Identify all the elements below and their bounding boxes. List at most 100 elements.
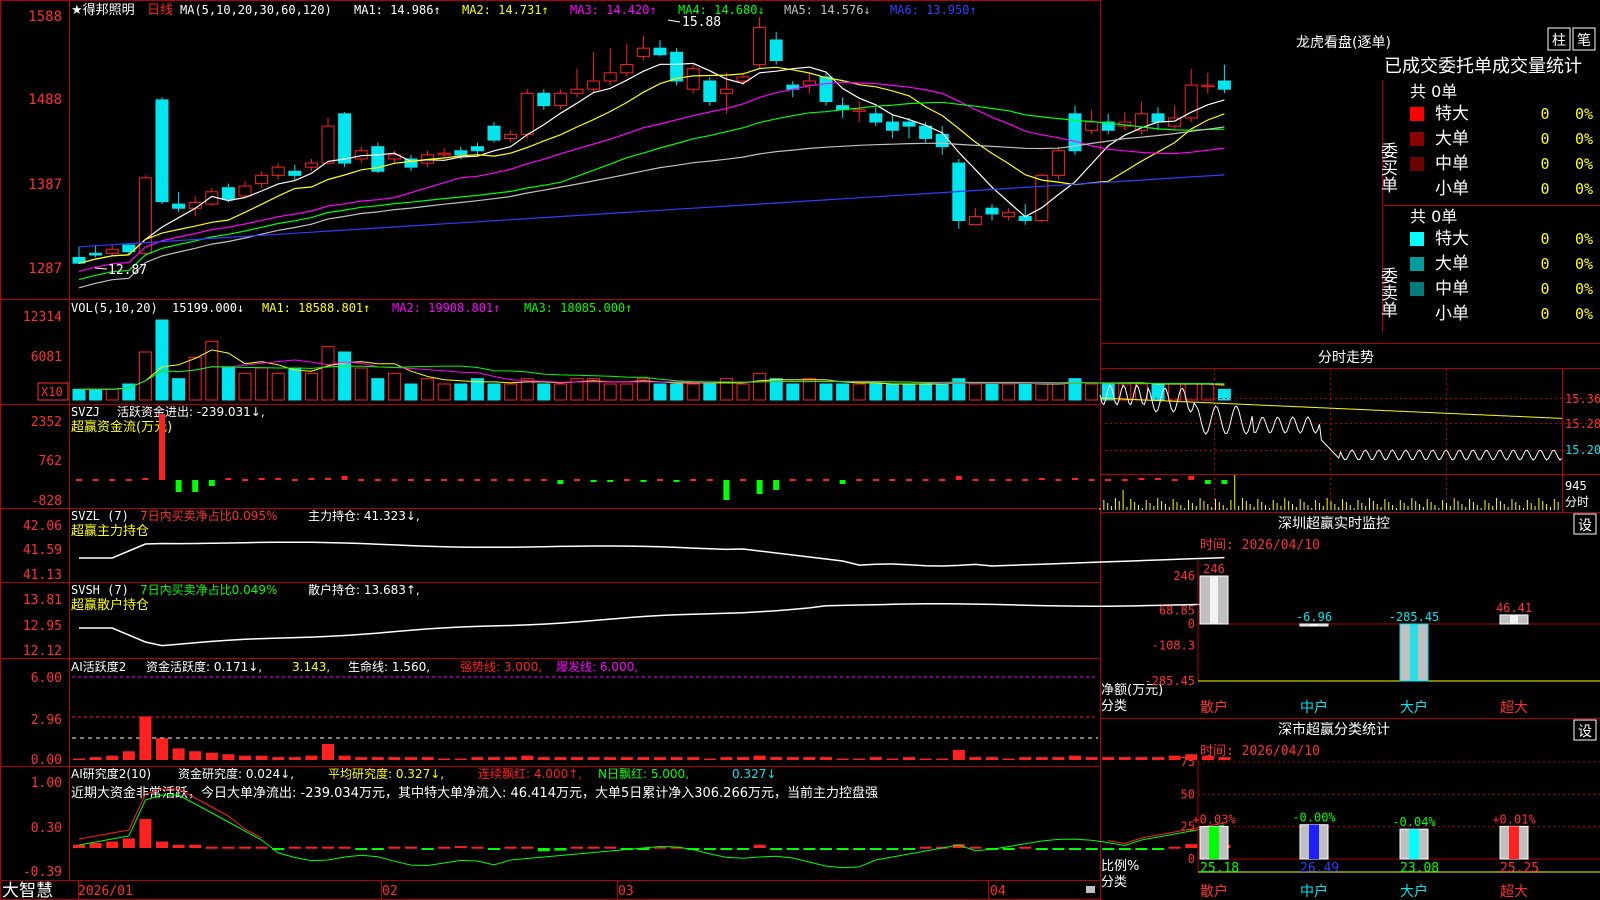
- svzj-bar: [1138, 478, 1145, 480]
- ma4-value: MA4: 14.680↓: [678, 3, 765, 17]
- lhb-tabs[interactable]: 已成交委托单成交量统计: [1384, 56, 1582, 77]
- ai-activity-bar: [903, 757, 915, 760]
- ai-activity-bar: [405, 757, 417, 760]
- svzj-bar: [308, 478, 315, 480]
- candle-body: [304, 162, 318, 168]
- bar-mode-label[interactable]: 柱: [1552, 33, 1566, 49]
- stats-category-label: 散户: [1200, 883, 1228, 900]
- candle-body: [255, 174, 269, 185]
- monitor-bar-chart[interactable]: 246 68.850 -108.3 -285.45 246 散户 -6.96 中户 -285.4…: [1144, 560, 1600, 716]
- ai-research-bar: [322, 846, 334, 849]
- svzj-bar: [1072, 478, 1078, 480]
- ai-activity-bar: [537, 757, 550, 760]
- svzj-bar: [408, 479, 414, 481]
- candlestick-series[interactable]: [72, 17, 1231, 264]
- volume-bar: [902, 383, 916, 401]
- ai-research-bar: [571, 846, 583, 849]
- lhb-row-name: 中单: [1435, 279, 1469, 299]
- svzj-bar: [756, 480, 763, 494]
- volume-bar: [1085, 383, 1099, 401]
- volume-bar: [869, 383, 883, 401]
- high-price-pointer: [667, 19, 681, 23]
- ai-research-bar: [853, 848, 866, 850]
- svzj-bar: [789, 479, 796, 481]
- ai-activity-bar: [969, 757, 982, 760]
- lhb-row-count: 0: [1540, 180, 1549, 198]
- ai1-v1: 资金活跃度: 0.171↓,: [146, 659, 262, 674]
- svzj-bar: [175, 480, 182, 492]
- pen-mode-label[interactable]: 笔: [1577, 33, 1591, 49]
- monitor-data-label: -6.96: [1296, 610, 1332, 624]
- svzj-value: 活跃资金进出: -239.031↓,: [117, 404, 265, 419]
- svzj-bar: [839, 480, 846, 484]
- ai-activity-bar: [836, 758, 849, 760]
- ai-activity-bar: [73, 758, 85, 760]
- lhb-row-count: 0: [1540, 155, 1549, 173]
- volume-bar: [919, 383, 933, 401]
- stats-bar-chart[interactable]: 7550250+0.03%25.18散户-0.00%26.49中户-0.04%2…: [1181, 755, 1600, 900]
- ai1-v3: 生命线: 1.560,: [348, 659, 430, 674]
- ai2-v5: 0.327↓: [732, 767, 776, 781]
- period-label: 日线: [147, 3, 173, 18]
- candle-body: [338, 113, 352, 164]
- volume-bar: [304, 372, 318, 401]
- ma2-value: MA2: 14.731↑: [462, 3, 549, 17]
- volume-bars[interactable]: [72, 319, 1231, 401]
- ai-research-bar: [737, 848, 749, 850]
- stats-settings-label[interactable]: 设: [1578, 724, 1592, 740]
- candle-body: [570, 88, 584, 94]
- ai-research-bar: [903, 848, 915, 850]
- volume-bar: [537, 383, 551, 401]
- svzj-bar: [823, 479, 829, 481]
- svzj-bar: [723, 480, 730, 500]
- svzj-panel: SVZJ 活跃资金进出: -239.031↓, 超赢资金流(万元) 2352 7…: [31, 404, 265, 509]
- ai-activity-bar: [222, 754, 235, 760]
- lhb-side-label: 委买单: [1377, 142, 1398, 193]
- candle-body: [869, 113, 883, 123]
- ai-activity-bar: [122, 751, 135, 760]
- stock-chart-canvas[interactable]: 1588 1488 1387 1287 15.88 12.87 ★得邦照明 日线…: [0, 0, 1600, 900]
- lhb-row-name: 中单: [1435, 154, 1469, 174]
- ai-activity-bar: [1035, 757, 1048, 760]
- monitor-data-label: -285.45: [1389, 610, 1440, 624]
- ai-research-bar: [156, 841, 168, 848]
- ai-research-bar: [504, 846, 517, 849]
- svzj-bars[interactable]: [76, 414, 1228, 500]
- y-tick-label: 1287: [28, 261, 62, 277]
- candle-body: [1035, 174, 1049, 222]
- volume-bar: [1035, 383, 1049, 401]
- volume-bar: [155, 319, 169, 401]
- lhb-total: 共 0单: [1410, 82, 1457, 101]
- ai-research-green-line: [78, 794, 1225, 869]
- monitor-settings-label[interactable]: 设: [1578, 518, 1592, 534]
- ai1-v4: 强势线: 3.000,: [460, 660, 542, 674]
- vol-ma2: MA2: 19908.801↑: [392, 301, 500, 315]
- ai-research-bar: [1085, 848, 1098, 850]
- stats-value-label: 23.08: [1400, 861, 1439, 876]
- svzj-bar: [1105, 479, 1112, 481]
- lhb-title: 龙虎看盘(逐单): [1296, 34, 1391, 51]
- lhb-row-count: 0: [1540, 105, 1549, 123]
- svzj-bar: [989, 479, 995, 481]
- ai-activity-bar: [371, 757, 384, 760]
- svzj-bar: [955, 476, 962, 480]
- svzj-bar: [225, 478, 232, 480]
- candle-body: [321, 125, 335, 164]
- intraday-unit: 分时: [1565, 495, 1589, 509]
- lhb-total: 共 0单: [1410, 207, 1457, 226]
- ai-research-bar: [421, 848, 434, 850]
- main-title-row: ★得邦照明 日线 MA(5,10,20,30,60,120) MA1: 14.9…: [71, 2, 977, 18]
- ai-activity-bar: [753, 755, 766, 760]
- svzj-bar: [623, 479, 630, 481]
- ai2-v4: N日飘红: 5.000,: [598, 766, 689, 781]
- ai-activity-bar: [272, 757, 285, 760]
- ai-research-bar: [438, 846, 451, 849]
- candle-body: [105, 248, 119, 254]
- lhb-row-pct: 0%: [1575, 255, 1593, 273]
- ma6-value: MA6: 13.950↑: [890, 3, 977, 17]
- ai-activity-bar: [205, 752, 218, 760]
- vol-unit: X10: [41, 385, 63, 399]
- candle-body: [354, 150, 368, 160]
- lock-icon: [1086, 886, 1095, 893]
- stats-change-label: -0.00%: [1292, 811, 1336, 825]
